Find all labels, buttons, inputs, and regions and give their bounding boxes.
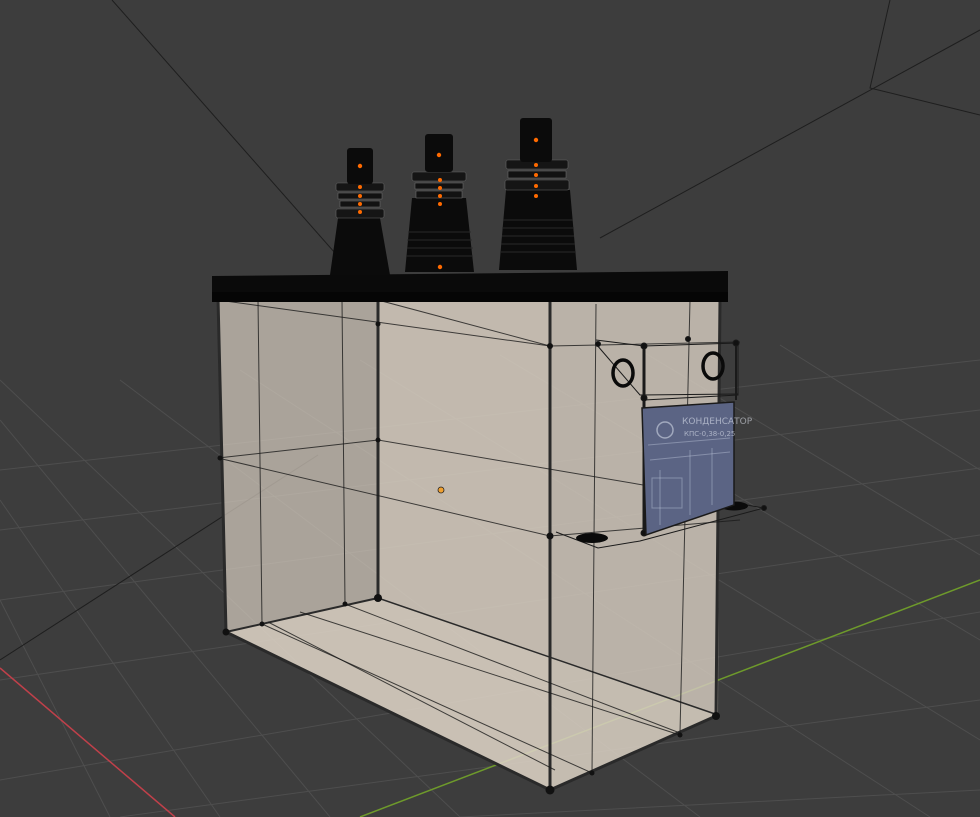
bushing-right[interactable] <box>499 118 577 270</box>
capacitor-lid[interactable] <box>212 271 728 302</box>
bushing-left[interactable] <box>330 148 390 275</box>
bushing-middle[interactable] <box>405 134 474 272</box>
nameplate-title: КОНДЕНСАТОР <box>682 417 753 427</box>
viewport-scene[interactable]: КОНДЕНСАТОР КПС-0,38-0,25 <box>0 0 980 817</box>
x-axis-line <box>0 667 176 817</box>
object-origin-point[interactable] <box>437 486 445 494</box>
nameplate-model: КПС-0,38-0,25 <box>684 430 735 438</box>
3d-viewport[interactable]: КОНДЕНСАТОР КПС-0,38-0,25 <box>0 0 980 817</box>
capacitor-object[interactable]: КОНДЕНСАТОР КПС-0,38-0,25 <box>212 118 767 795</box>
mount-foot-left[interactable] <box>576 533 608 543</box>
